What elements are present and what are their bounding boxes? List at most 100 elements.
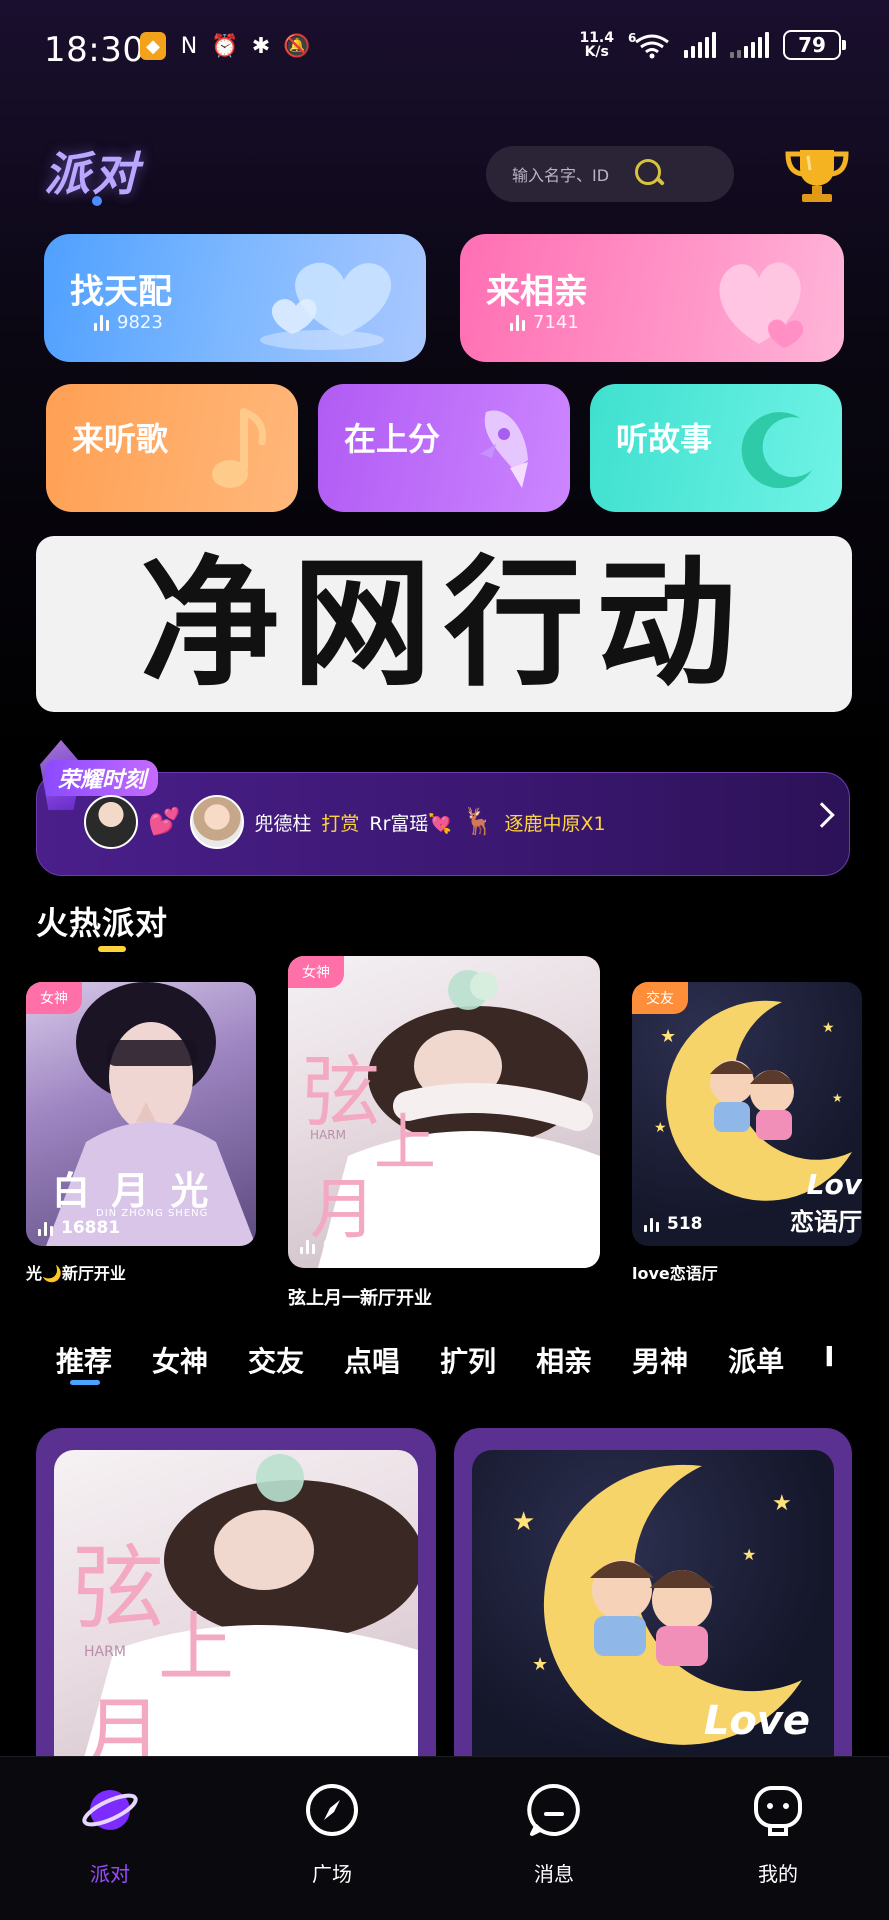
net-speed: 11.4 K/s xyxy=(579,30,614,60)
category-title: 来相亲 xyxy=(486,272,588,312)
svg-text:★: ★ xyxy=(832,1091,843,1105)
status-icons: ◆ N ⏰ ✱ 🔕 xyxy=(140,32,311,60)
popularity-icon xyxy=(300,1238,315,1254)
room-card-right[interactable]: ★ ★ ★ ★ 交友 Lov 恋语厅 518 xyxy=(632,982,862,1246)
room-art-text: 弦 xyxy=(302,1048,381,1138)
category-title: 找天配 xyxy=(70,272,172,312)
category-title: 在上分 xyxy=(344,420,441,458)
category-find-match[interactable]: 找天配 9823 xyxy=(44,234,426,362)
nav-label: 派对 xyxy=(90,1862,130,1886)
room-name[interactable]: love恋语厅 xyxy=(632,1260,718,1284)
glory-tag: 荣耀时刻 xyxy=(46,760,159,796)
tab-active-indicator xyxy=(70,1380,100,1385)
room-card-center[interactable]: 女神 弦 上 月 HARM 0 xyxy=(288,956,600,1268)
category-title: 来听歌 xyxy=(72,420,169,458)
heart-icon xyxy=(260,262,392,350)
feed-cover: 弦 上 月 HARM xyxy=(54,1450,418,1758)
tab-recommend[interactable]: 推荐 xyxy=(56,1340,112,1380)
nfc-icon: N xyxy=(180,33,198,59)
feed-art-text: Love xyxy=(703,1698,810,1744)
heart-icon xyxy=(719,262,804,348)
status-time: 18:30 xyxy=(44,30,145,70)
logo-dot xyxy=(92,196,102,206)
tab-friends[interactable]: 交友 xyxy=(248,1340,304,1380)
category-listen-song[interactable]: 来听歌 xyxy=(46,384,298,512)
section-underline xyxy=(98,946,126,952)
tab-sing[interactable]: 点唱 xyxy=(344,1340,400,1380)
feed-art-text-3: 月 xyxy=(84,1690,163,1758)
clean-net-banner[interactable]: 净网行动 xyxy=(36,536,852,712)
nav-profile[interactable]: 我的 xyxy=(718,1782,838,1887)
action-text: 打赏 xyxy=(321,812,360,835)
tab-expand[interactable]: 扩列 xyxy=(440,1340,496,1380)
room-tag: 女神 xyxy=(26,982,82,1014)
feed-art-text-2: 上 xyxy=(158,1603,234,1692)
sender-avatar xyxy=(84,795,138,849)
room-count: 518 xyxy=(644,1214,703,1234)
nav-party[interactable]: 派对 xyxy=(50,1782,170,1887)
nav-label: 广场 xyxy=(312,1862,352,1886)
svg-text:★: ★ xyxy=(532,1654,548,1675)
room-art-subtext: HARM xyxy=(310,1128,346,1142)
battery-icon: 79 xyxy=(783,30,846,60)
room-art-text-2: 上 xyxy=(374,1106,437,1179)
tab-dating[interactable]: 相亲 xyxy=(536,1340,592,1380)
tab-goddess[interactable]: 女神 xyxy=(152,1340,208,1380)
svg-text:★: ★ xyxy=(654,1120,667,1136)
search-placeholder: 输入名字、ID xyxy=(512,166,610,185)
popularity-icon xyxy=(644,1216,659,1232)
tab-dispatch[interactable]: 派单 xyxy=(728,1340,784,1380)
category-tabs: 推荐 女神 交友 点唱 扩列 相亲 男神 派单 I xyxy=(56,1340,835,1380)
compass-icon xyxy=(306,1784,358,1836)
nav-label: 消息 xyxy=(534,1862,574,1886)
trophy-icon[interactable] xyxy=(782,146,852,204)
category-blind-date[interactable]: 来相亲 7141 xyxy=(460,234,844,362)
svg-text:★: ★ xyxy=(742,1545,756,1564)
hot-party-title: 火热派对 xyxy=(36,904,169,942)
room-count: 0 xyxy=(300,1236,335,1256)
receiver-name: Rr富瑶💘 xyxy=(369,812,453,835)
svg-text:6: 6 xyxy=(628,31,636,45)
profile-icon xyxy=(754,1786,802,1836)
room-name[interactable]: 弦上月一新厅开业 xyxy=(288,1284,432,1310)
wifi-icon: 6 xyxy=(628,31,669,59)
category-title: 听故事 xyxy=(616,420,713,458)
receiver-avatar xyxy=(190,795,245,849)
search-bar[interactable]: 输入名字、ID xyxy=(486,146,734,202)
svg-text:★: ★ xyxy=(772,1491,792,1516)
tab-male-god[interactable]: 男神 xyxy=(632,1340,688,1380)
room-art-text: 白 月 光 xyxy=(52,1168,213,1213)
room-art-text-2: 恋语厅 xyxy=(790,1208,862,1236)
svg-text:★: ★ xyxy=(660,1026,676,1047)
category-listen-story[interactable]: 听故事 xyxy=(590,384,842,512)
music-note-icon xyxy=(212,408,267,488)
popularity-icon xyxy=(38,1220,53,1236)
room-art-text: Lov xyxy=(806,1168,862,1201)
gift-name: 逐鹿中原X1 xyxy=(504,812,606,835)
room-tag: 女神 xyxy=(288,956,344,988)
signal-2-icon xyxy=(730,32,769,58)
feed-card[interactable]: ★ ★ ★ ★ Love xyxy=(454,1428,852,1758)
moon-icon xyxy=(741,412,812,489)
search-icon xyxy=(633,157,667,191)
feed-art-subtext: HARM xyxy=(84,1644,126,1660)
nav-messages[interactable]: 消息 xyxy=(494,1782,614,1887)
sender-name: 兜德柱 xyxy=(254,812,312,835)
room-name[interactable]: 光🌙新厅开业 xyxy=(26,1260,126,1284)
mute-icon: 🔕 xyxy=(283,33,311,59)
popularity-icon xyxy=(510,314,525,331)
status-right: 11.4 K/s 6 79 xyxy=(579,30,846,60)
banner-title: 净网行动 xyxy=(139,542,748,706)
category-count: 9823 xyxy=(94,312,163,333)
hearts-icon: 💕 xyxy=(148,807,181,837)
message-icon xyxy=(527,1783,580,1836)
popularity-icon xyxy=(94,314,109,331)
room-card-left[interactable]: 女神 白 月 光 DIN ZHONG SHENG 16881 xyxy=(26,982,256,1246)
category-rank-up[interactable]: 在上分 xyxy=(318,384,570,512)
nav-square[interactable]: 广场 xyxy=(272,1782,392,1887)
alarm-icon: ⏰ xyxy=(211,33,239,59)
planet-icon xyxy=(82,1790,138,1830)
bluetooth-icon: ✱ xyxy=(251,33,271,59)
tab-more[interactable]: I xyxy=(824,1340,834,1380)
feed-card[interactable]: 弦 上 月 HARM xyxy=(36,1428,436,1758)
